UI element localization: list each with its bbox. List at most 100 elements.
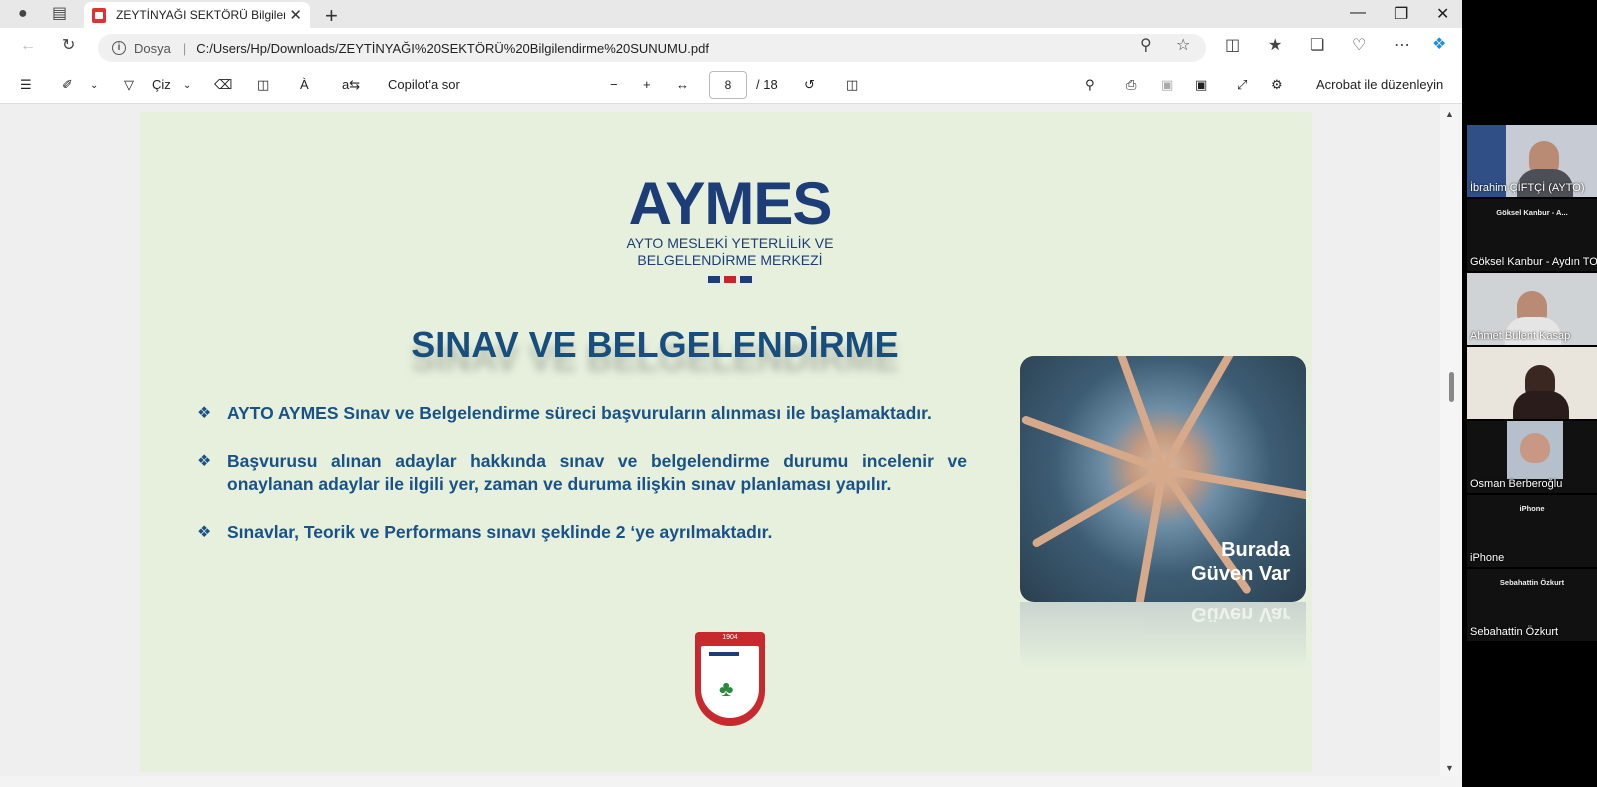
hand	[1031, 466, 1165, 549]
bullet-list: ❖ AYTO AYMES Sınav ve Belgelendirme süre…	[197, 402, 967, 569]
zoom-in-icon[interactable]: +	[643, 77, 651, 92]
save-icon[interactable]: ▣	[1161, 77, 1173, 93]
bullet-diamond-icon: ❖	[197, 405, 212, 422]
favorites-icon[interactable]: ★	[1268, 38, 1282, 54]
print-icon[interactable]: ⎙	[1126, 77, 1136, 93]
photo-caption-line-1: Burada	[1221, 539, 1290, 561]
url-separator: |	[182, 40, 187, 56]
maximize-button[interactable]: ❐	[1394, 4, 1408, 24]
participant-tile[interactable]: Osman Berberoğlu	[1467, 421, 1597, 493]
highlight-icon[interactable]: ✐	[62, 77, 73, 93]
zoom-icon[interactable]: ⚲	[1140, 38, 1152, 54]
translate-icon[interactable]: a⇆	[342, 77, 360, 93]
collections-icon[interactable]: ❏	[1310, 38, 1324, 54]
bullet-diamond-icon: ❖	[197, 453, 212, 470]
participant-name: İbrahim ÇİFTÇİ (AYTO)	[1470, 182, 1585, 194]
participant-tile[interactable]: Sebahattin Özkurt Sebahattin Özkurt	[1467, 569, 1597, 641]
photo-caption: Burada Güven Var	[1191, 538, 1290, 586]
url-field[interactable]: i Dosya | C:/Users/Hp/Downloads/ZEYTİNYA…	[98, 34, 1206, 62]
contents-icon[interactable]: ☰	[20, 77, 32, 93]
logo-text: AYMES	[628, 170, 833, 237]
site-label: Dosya	[134, 40, 171, 56]
bullet-text: Başvurusu alınan adaylar hakkında sınav …	[227, 451, 967, 494]
page-view-icon[interactable]: ◫	[846, 77, 858, 93]
favorite-star-icon[interactable]: ☆	[1176, 38, 1190, 54]
refresh-icon[interactable]: ↻	[62, 38, 75, 54]
new-tab-button[interactable]: +	[325, 3, 338, 29]
info-icon[interactable]: i	[112, 41, 126, 55]
save-as-icon[interactable]: ▣	[1195, 77, 1207, 93]
slide-heading: SINAV VE BELGELENDİRME	[411, 324, 899, 365]
emblem-columns	[709, 652, 739, 676]
settings-gear-icon[interactable]: ⚙	[1271, 77, 1283, 93]
bullet-text: AYTO AYMES Sınav ve Belgelendirme süreci…	[227, 403, 932, 423]
bullet-diamond-icon: ❖	[197, 524, 212, 541]
zoom-out-icon[interactable]: −	[610, 77, 618, 92]
close-window-button[interactable]: ✕	[1436, 4, 1449, 24]
hand	[1133, 469, 1167, 602]
address-bar: ← ↻ i Dosya | C:/Users/Hp/Downloads/ZEYT…	[0, 28, 1462, 68]
clover-icon: ♣	[719, 676, 734, 701]
read-aloud-icon[interactable]: À	[300, 77, 309, 92]
search-icon[interactable]: ⚲	[1085, 77, 1095, 93]
participant-label: Sebahattin Özkurt	[1499, 578, 1565, 587]
more-options-icon[interactable]: ⋯	[1394, 38, 1410, 54]
minimize-button[interactable]: —	[1350, 4, 1366, 22]
draw-dropdown-icon[interactable]: ⌄	[183, 80, 191, 91]
participant-name: Osman Berberoğlu	[1470, 478, 1563, 490]
participant-name: iPhone	[1470, 552, 1505, 564]
emblem-year: 1904	[722, 634, 738, 641]
participant-name: Göksel Kanbur - Aydın TO	[1470, 256, 1597, 268]
scroll-down-icon[interactable]: ▼	[1445, 760, 1454, 776]
participant-label: Göksel Kanbur - A...	[1496, 208, 1568, 217]
participant-tile[interactable]: iPhone iPhone	[1467, 495, 1597, 567]
split-screen-icon[interactable]: ◫	[1225, 38, 1240, 54]
browser-essentials-icon[interactable]: ♡	[1352, 38, 1366, 54]
fullscreen-icon[interactable]: ⤢	[1237, 77, 1247, 93]
url-text: C:/Users/Hp/Downloads/ZEYTİNYAĞI%20SEKTÖ…	[196, 40, 709, 56]
page-number-input[interactable]: 8	[709, 71, 747, 99]
fit-page-icon[interactable]: ↔	[676, 77, 689, 92]
tab-title: ZEYTİNYAĞI SEKTÖRÜ Bilgilendirme	[116, 8, 285, 22]
hands-photo: Burada Güven Var	[1020, 356, 1306, 602]
participant-body	[1513, 391, 1569, 419]
eraser-icon[interactable]: ⌫	[214, 77, 232, 93]
bullet-item: ❖ AYTO AYMES Sınav ve Belgelendirme süre…	[197, 402, 967, 425]
participant-name: Sebahattin Özkurt	[1470, 626, 1559, 638]
scroll-up-icon[interactable]: ▲	[1445, 106, 1454, 122]
pdf-viewer: AYMES AYTO MESLEKİ YETERLİLİK VE BELGELE…	[0, 104, 1462, 776]
reflection-text: Güven Var	[1191, 603, 1290, 625]
copilot-ask-button[interactable]: Copilot'a sor	[388, 77, 460, 92]
participant-tile[interactable]	[1467, 347, 1597, 419]
rotate-icon[interactable]: ↺	[804, 77, 815, 93]
tab-pdf[interactable]: ZEYTİNYAĞI SEKTÖRÜ Bilgilendirme ✕	[84, 2, 310, 28]
browser-window: ● ▤ ZEYTİNYAĞI SEKTÖRÜ Bilgilendirme ✕ +…	[0, 0, 1462, 787]
logo-bars	[708, 276, 752, 283]
draw-label[interactable]: Çiz	[152, 77, 171, 92]
hand	[1159, 356, 1242, 472]
highlight-dropdown-icon[interactable]: ⌄	[90, 80, 98, 91]
back-icon[interactable]: ←	[20, 38, 36, 54]
bullet-text: Sınavlar, Teorik ve Performans sınavı şe…	[227, 522, 773, 542]
participant-name: Ahmet Bülent Kasap	[1470, 330, 1571, 342]
participant-tile[interactable]: Ahmet Bülent Kasap	[1467, 273, 1597, 345]
vertical-scrollbar[interactable]: ▲ ▼	[1440, 104, 1462, 776]
profile-icon[interactable]: ●	[18, 6, 28, 22]
title-bar: ● ▤ ZEYTİNYAĞI SEKTÖRÜ Bilgilendirme ✕ +…	[0, 0, 1462, 28]
close-tab-icon[interactable]: ✕	[289, 6, 302, 24]
pdf-page: AYMES AYTO MESLEKİ YETERLİLİK VE BELGELE…	[140, 112, 1312, 772]
participant-tile[interactable]: İbrahim ÇİFTÇİ (AYTO)	[1467, 125, 1597, 197]
scroll-thumb[interactable]	[1449, 372, 1454, 402]
copilot-icon[interactable]: ❖	[1432, 37, 1446, 53]
photo-reflection: Güven Var	[1020, 602, 1306, 670]
acrobat-edit-button[interactable]: Acrobat ile düzenleyin	[1316, 77, 1443, 92]
text-box-icon[interactable]: ◫	[257, 77, 269, 93]
page-total: / 18	[756, 77, 778, 92]
logo-subtitle-1: AYTO MESLEKİ YETERLİLİK VE	[626, 235, 834, 251]
draw-icon[interactable]: ▽	[124, 77, 134, 93]
bullet-item: ❖ Başvurusu alınan adaylar hakkında sına…	[197, 450, 967, 496]
participant-label: iPhone	[1519, 504, 1545, 513]
participant-tile[interactable]: Göksel Kanbur - A... Göksel Kanbur - Ayd…	[1467, 199, 1597, 271]
tab-actions-icon[interactable]: ▤	[52, 6, 67, 22]
photo-caption-line-2: Güven Var	[1191, 563, 1290, 585]
